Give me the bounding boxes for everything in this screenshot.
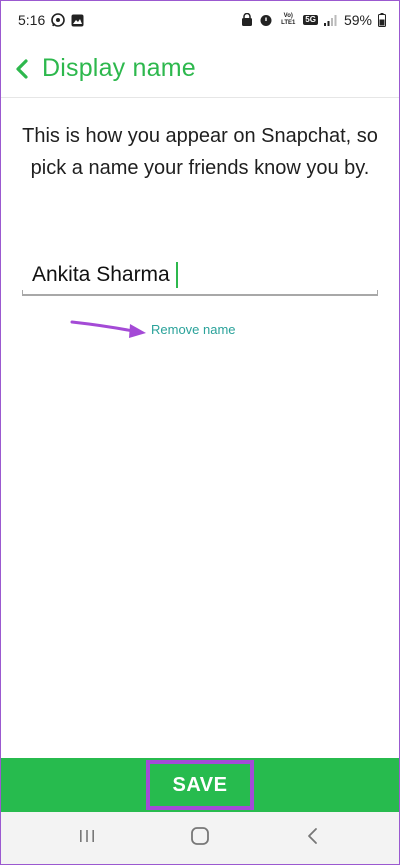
status-left: 5:16 [18,12,84,28]
display-name-input[interactable] [22,256,378,294]
home-icon [190,826,210,851]
signal-icon [323,14,338,26]
back-nav-icon [306,826,320,851]
page-title: Display name [42,54,196,82]
header: Display name [0,40,400,98]
volte-icon: Vo) LTE1 [281,13,296,26]
save-button[interactable]: SAVE [146,760,254,810]
remove-name-link[interactable]: Remove name [151,322,236,337]
status-right: Vo) LTE1 5G 59% [241,12,386,28]
status-bar: 5:16 Vo) LTE1 5G 59% [0,0,400,40]
whatsapp-icon [51,13,66,27]
alarm-lock-icon [241,13,253,27]
system-nav-bar [0,812,400,865]
display-name-field [22,256,378,296]
description-text: This is how you appear on Snapchat, so p… [22,125,378,179]
back-button[interactable]: Display name [14,54,196,83]
recent-apps-button[interactable] [62,819,112,859]
network-5g-icon: 5G [303,15,318,25]
status-time: 5:16 [18,12,46,28]
back-nav-button[interactable] [288,819,338,859]
home-button[interactable] [175,819,225,859]
input-underline [22,290,378,296]
battery-icon [378,13,386,27]
gallery-icon [71,14,84,27]
chevron-left-icon [14,58,30,80]
recent-apps-icon [78,828,96,849]
annotation-arrow-icon [70,320,146,338]
alarm-icon [259,13,273,27]
battery-percent: 59% [343,12,372,28]
text-cursor [176,262,178,288]
